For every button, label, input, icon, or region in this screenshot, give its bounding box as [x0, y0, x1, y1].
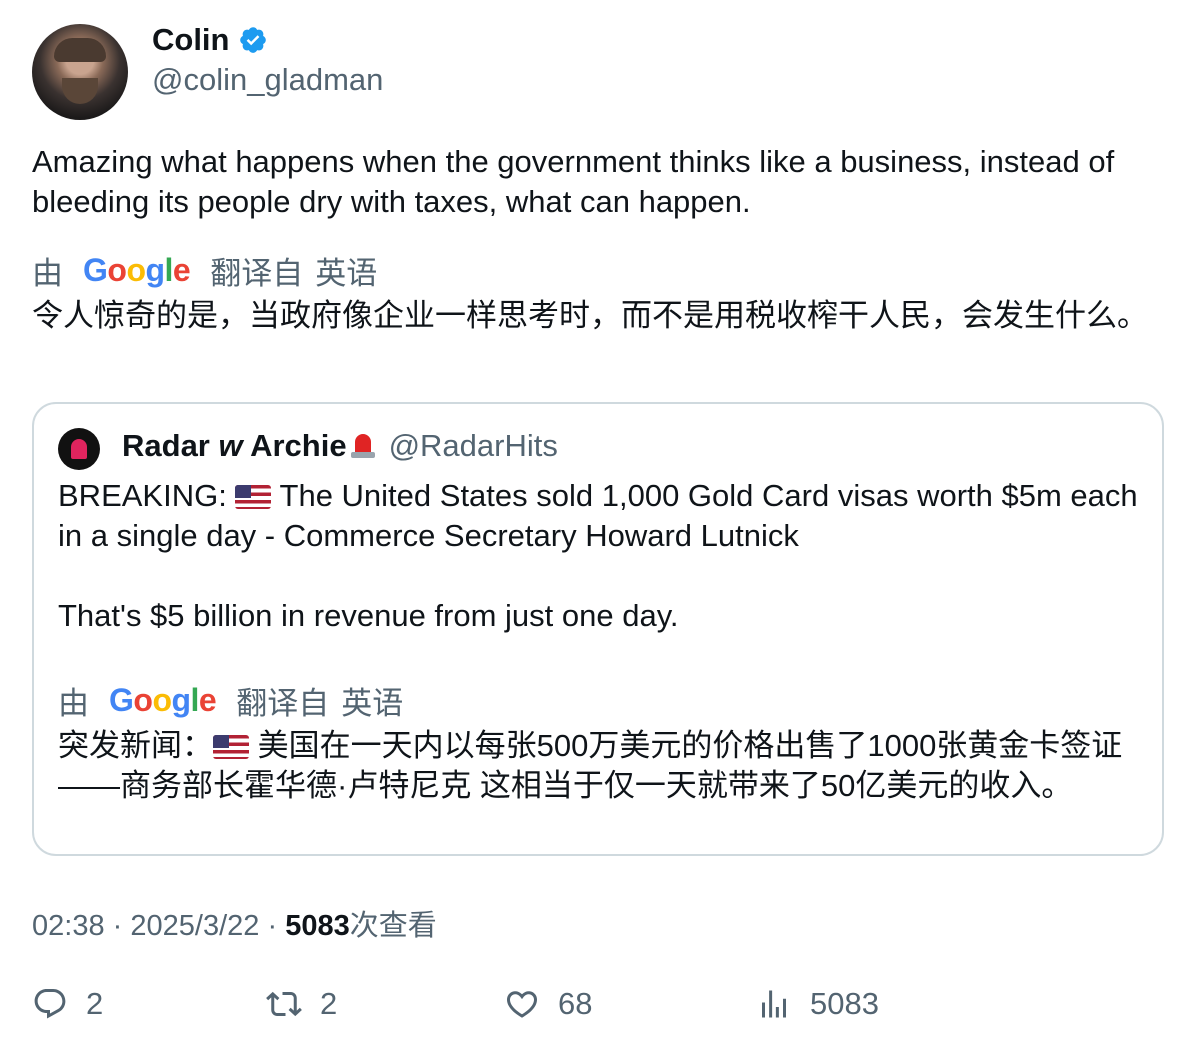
translation-prefix: 由: [32, 256, 63, 291]
action-bar: 2 2 68 5083: [0, 986, 1196, 1036]
tweet-translated-text: 令人惊奇的是，当政府像企业一样思考时，而不是用税收榨干人民，会发生什么。: [32, 298, 1148, 333]
views-button[interactable]: 5083: [756, 986, 879, 1022]
translation-from: 翻译自: [236, 686, 330, 721]
like-button[interactable]: 68: [504, 986, 592, 1022]
translation-prefix: 由: [58, 686, 89, 721]
heart-icon: [506, 991, 538, 1018]
translation-language: 英语: [341, 686, 404, 721]
translation-from: 翻译自: [210, 256, 304, 291]
retweet-icon: [266, 991, 302, 1017]
quoted-translated-text: 突发新闻： 美国在一天内以每张500万美元的价格出售了1000张黄金卡签证——商…: [58, 728, 1123, 803]
reply-button[interactable]: 2: [32, 986, 103, 1022]
views-count: 5083: [810, 986, 879, 1021]
author-handle[interactable]: @colin_gladman: [152, 62, 383, 98]
retweet-count: 2: [320, 986, 338, 1021]
tweet-date[interactable]: 2025/3/22: [130, 910, 259, 942]
quoted-translation-attribution: 由 Google 翻译自 英语: [58, 678, 403, 723]
quoted-tweet[interactable]: Radar w Archie @RadarHits BREAKING: The …: [32, 402, 1164, 856]
quoted-author-name[interactable]: Radar w Archie: [122, 428, 379, 464]
google-logo: Google: [109, 682, 217, 718]
siren-emoji-icon: [347, 428, 379, 460]
avatar-hair: [54, 38, 106, 62]
retweet-button[interactable]: 2: [266, 986, 337, 1022]
view-count: 5083: [285, 910, 350, 942]
author-name[interactable]: Colin: [152, 22, 230, 58]
verified-badge-icon: [239, 27, 266, 53]
author-avatar[interactable]: [32, 24, 128, 120]
siren-icon: [71, 439, 87, 459]
like-count: 68: [558, 986, 593, 1021]
tweet-text: Amazing what happens when the government…: [32, 144, 1115, 219]
tweet-time[interactable]: 02:38: [32, 910, 105, 942]
translation-attribution: 由 Google 翻译自 英语: [32, 248, 377, 293]
view-label: 次查看: [349, 910, 437, 942]
tweet-meta: 02:38 · 2025/3/22 · 5083次查看: [32, 910, 437, 942]
avatar-beard: [62, 78, 98, 104]
quoted-avatar[interactable]: [58, 428, 100, 470]
quoted-text: BREAKING: The United States sold 1,000 G…: [58, 478, 1138, 633]
reply-count: 2: [86, 986, 104, 1021]
quoted-author-handle[interactable]: @RadarHits: [389, 428, 558, 464]
reply-icon: [34, 989, 66, 1019]
quoted-name-row: Radar w Archie @RadarHits: [122, 428, 558, 464]
us-flag-icon: [235, 485, 272, 509]
author-name-row: Colin: [152, 22, 268, 58]
google-logo: Google: [83, 252, 191, 288]
translation-language: 英语: [315, 256, 378, 291]
us-flag-icon: [213, 735, 249, 759]
views-chart-icon: [762, 990, 786, 1018]
